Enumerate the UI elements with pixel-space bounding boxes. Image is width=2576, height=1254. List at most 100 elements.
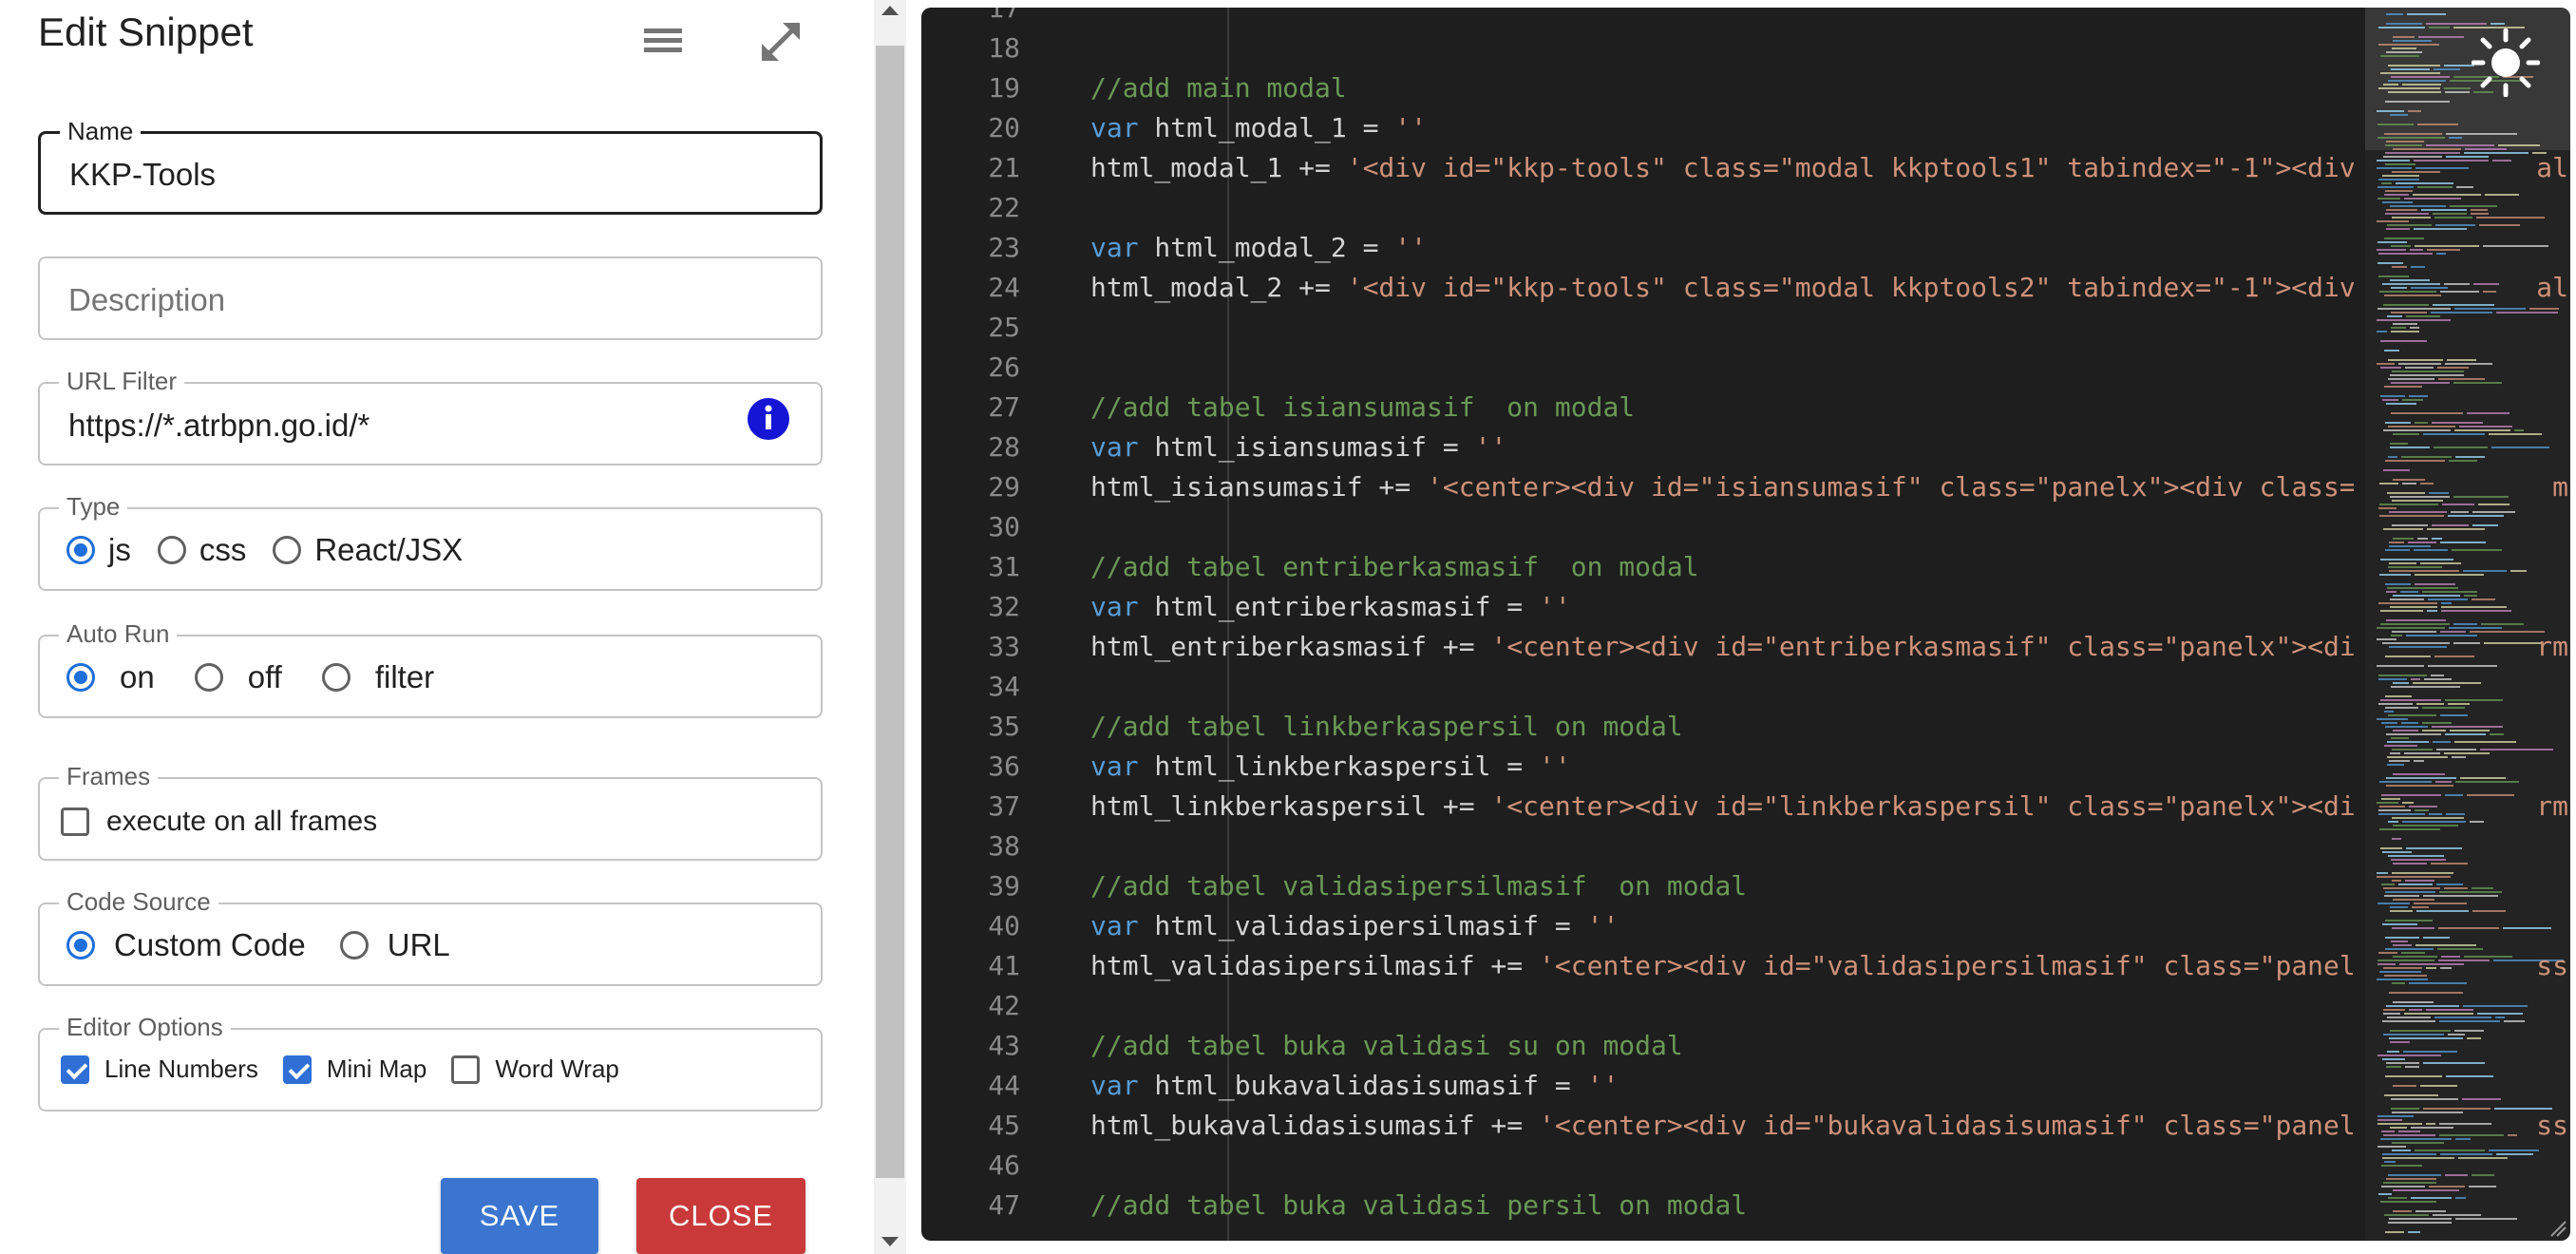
minimap-line [2434, 217, 2472, 218]
line-numbers-label: Line Numbers [104, 1054, 258, 1083]
radio-unselected-icon[interactable] [321, 663, 350, 692]
save-button[interactable]: SAVE [441, 1178, 598, 1254]
mini-map-checkbox[interactable]: Mini Map [282, 1054, 426, 1084]
close-button[interactable]: CLOSE [636, 1178, 805, 1254]
panel-scrollbar[interactable] [874, 0, 906, 1254]
code-line[interactable]: html_entriberkasmasif += '<center><div i… [1090, 627, 2354, 667]
code-area[interactable]: //add main modal var html_modal_1 = '' htm… [1090, 8, 2354, 1241]
radio-selected-icon[interactable] [66, 663, 95, 692]
code-line[interactable]: html_modal_2 += '<div id="kkp-tools" cla… [1090, 268, 2354, 308]
code-line[interactable]: var html_modal_2 = '' [1090, 228, 1427, 268]
execute-all-frames-checkbox[interactable]: execute on all frames [61, 806, 377, 838]
menu-icon[interactable] [638, 17, 688, 66]
type-radio-css[interactable]: css [157, 532, 246, 568]
minimap-line [2445, 794, 2463, 796]
code-line[interactable]: html_bukavalidasisumasif += '<center><di… [1090, 1106, 2354, 1146]
expand-icon[interactable] [756, 17, 805, 66]
name-field[interactable]: Name KKP-Tools [38, 117, 823, 215]
minimap-line [2458, 1157, 2508, 1159]
code-line[interactable]: html_isiansumasif += '<center><div id="i… [1090, 467, 2354, 507]
code-line[interactable]: html_linkberkaspersil += '<center><div i… [1090, 787, 2354, 826]
code-line[interactable]: //add tabel buka validasi su on modal [1090, 1026, 1683, 1066]
code-line[interactable]: //add tabel isiansumasif on modal [1090, 388, 1635, 428]
scroll-down-arrow-icon[interactable] [881, 1237, 899, 1246]
minimap-line [2427, 528, 2485, 530]
code-line[interactable]: var html_validasipersilmasif = '' [1090, 906, 1619, 946]
code-line[interactable]: var html_isiansumasif = '' [1090, 428, 1506, 467]
minimap-line [2432, 726, 2503, 728]
radio-selected-icon[interactable] [66, 931, 95, 960]
minimap-line [2378, 1193, 2392, 1195]
line-number: 45 [988, 1110, 1020, 1141]
minimap-line [2392, 749, 2433, 750]
minimap-line [2437, 367, 2469, 369]
minimap-line [2451, 511, 2469, 513]
minimap-line [2380, 340, 2427, 342]
minimap-line [2387, 587, 2458, 589]
minimap[interactable] [2365, 8, 2570, 1241]
minimap-line [2426, 23, 2487, 25]
code-line[interactable]: var html_modal_1 = '' [1090, 108, 1427, 148]
type-radio-js[interactable]: js [66, 532, 131, 568]
line-numbers-checkbox[interactable]: Line Numbers [61, 1054, 258, 1084]
minimap-line [2455, 1218, 2517, 1220]
radio-unselected-icon[interactable] [273, 536, 302, 564]
minimap-line [2436, 749, 2476, 750]
minimap-line [2434, 68, 2460, 70]
minimap-line [2391, 245, 2411, 247]
radio-selected-icon[interactable] [66, 536, 95, 564]
code-line[interactable]: var html_bukavalidasisumasif = '' [1090, 1066, 1619, 1106]
scroll-up-arrow-icon[interactable] [881, 6, 899, 15]
auto-run-radio-filter[interactable]: filter [321, 659, 434, 695]
url-filter-value[interactable]: https://*.atrbpn.go.id/* [68, 408, 369, 444]
sun-icon[interactable] [2472, 28, 2540, 97]
code-line[interactable]: //add tabel entriberkasmasif on modal [1090, 547, 1699, 587]
code-overflow-tail: al [2536, 272, 2568, 303]
code-token: html_validasipersilmasif = [1138, 910, 1587, 941]
minimap-line [2392, 838, 2401, 840]
code-line[interactable]: html_modal_1 += '<div id="kkp-tools" cla… [1090, 148, 2354, 188]
minimap-line [2496, 312, 2558, 314]
url-filter-field[interactable]: URL Filter https://*.atrbpn.go.id/* [38, 367, 823, 466]
minimap-line [2386, 785, 2453, 787]
scrollbar-thumb[interactable] [876, 46, 904, 1178]
minimap-line [2383, 304, 2429, 306]
info-icon[interactable] [747, 397, 790, 441]
code-line[interactable]: //add tabel validasipersilmasif on modal [1090, 866, 1747, 906]
code-source-radio-custom[interactable]: Custom Code [66, 927, 306, 963]
minimap-line [2481, 623, 2524, 625]
minimap-line [2389, 542, 2404, 543]
code-line[interactable]: var html_entriberkasmasif = '' [1090, 587, 1571, 627]
code-line[interactable]: //add tabel linkberkaspersil on modal [1090, 707, 1683, 747]
minimap-line [2393, 899, 2434, 901]
minimap-line [2382, 851, 2412, 853]
minimap-line [2529, 308, 2559, 310]
checkbox-checked-icon[interactable] [61, 1054, 89, 1084]
code-editor[interactable]: 17 18 19 20 21 22 23 24 25 26 27 28 29 30 31 32 33 34 35 36… [921, 8, 2570, 1241]
checkbox-unchecked-icon[interactable] [451, 1054, 481, 1084]
type-radio-react-jsx[interactable]: React/JSX [273, 532, 463, 568]
auto-run-radio-on[interactable]: on [66, 659, 155, 695]
code-line[interactable]: html_validasipersilmasif += '<center><di… [1090, 946, 2354, 986]
code-line[interactable]: //add tabel buka validasi persil on moda… [1090, 1186, 1747, 1226]
minimap-line [2388, 426, 2455, 428]
radio-unselected-icon[interactable] [157, 536, 186, 564]
radio-unselected-icon[interactable] [339, 931, 369, 960]
line-number: 18 [988, 32, 1020, 64]
auto-run-radio-off[interactable]: off [194, 659, 282, 695]
code-line[interactable]: var html_linkberkaspersil = '' [1090, 747, 1571, 787]
minimap-line [2472, 910, 2506, 912]
code-line[interactable]: //add main modal [1090, 68, 1347, 108]
code-token: var [1090, 431, 1139, 463]
code-source-radio-url[interactable]: URL [339, 927, 450, 963]
radio-unselected-icon[interactable] [194, 663, 223, 692]
checkbox-checked-icon[interactable] [282, 1054, 312, 1084]
resize-grip-icon[interactable] [2548, 1218, 2567, 1237]
name-input-value[interactable]: KKP-Tools [69, 157, 216, 193]
checkbox-unchecked-icon[interactable] [61, 808, 89, 836]
word-wrap-checkbox[interactable]: Word Wrap [451, 1054, 619, 1084]
description-field[interactable]: Description [38, 256, 823, 340]
minimap-line [2389, 760, 2410, 762]
minimap-line [2403, 1051, 2457, 1053]
description-placeholder[interactable]: Description [68, 282, 225, 318]
